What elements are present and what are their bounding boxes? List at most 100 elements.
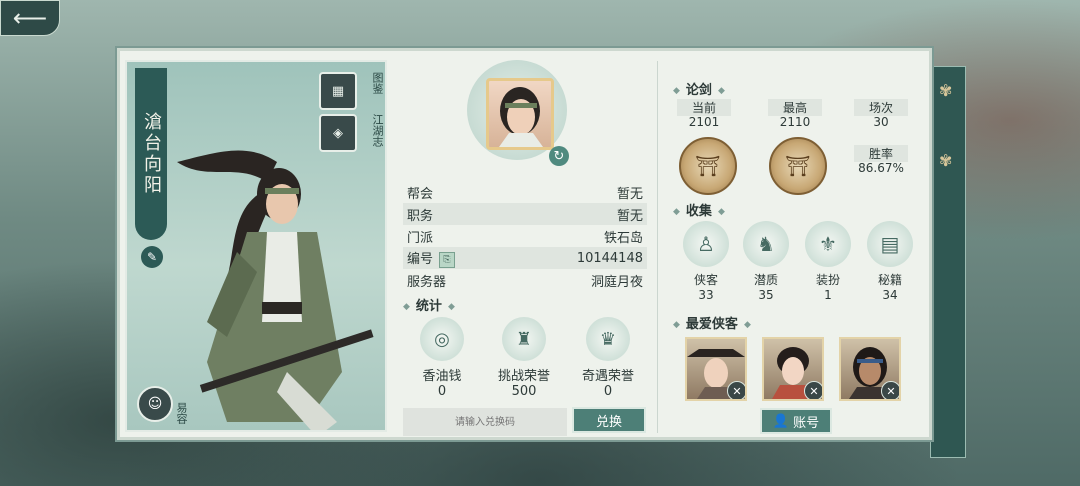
pencil-icon: ✎ (146, 250, 158, 264)
guild-label: 帮会 (407, 186, 434, 202)
current-value: 2101 (688, 115, 720, 129)
position-label: 职务 (407, 208, 434, 224)
server-value: 洞庭月夜 (590, 274, 643, 290)
swap-avatar-button[interactable]: ↻ (549, 146, 569, 166)
sect-value: 铁石岛 (603, 230, 643, 246)
collect-heroes[interactable]: ♙ 侠客 33 (678, 221, 734, 302)
stat-label: 挑战荣誉 (497, 369, 550, 384)
favorites-title: 最爱侠客 (673, 313, 751, 332)
cards-icon: ▦ (331, 83, 345, 99)
favorite-hero-3[interactable]: ✕ (839, 337, 901, 401)
stat-encounter-honor[interactable]: ♛ 奇遇荣誉 0 (573, 317, 643, 399)
character-name: 滄台向阳 (135, 68, 167, 240)
stat-value: 500 (511, 384, 537, 399)
id-row: 编号 ⎘ 10144148 (403, 247, 647, 269)
favorite-hero-1[interactable]: ✕ (685, 337, 747, 401)
journal-label: 江湖志 (371, 114, 384, 147)
remove-favorite-button[interactable]: ✕ (727, 381, 745, 399)
stat-value: 0 (437, 384, 447, 399)
collection-title: 收集 (673, 200, 725, 219)
collect-label: 侠客 (693, 273, 718, 287)
redeem-code-input[interactable] (403, 408, 567, 436)
pavilion-icon: ⛩ (695, 154, 721, 178)
character-card: 滄台向阳 ✎ ▦ 图鉴 ◈ 江湖志 ☺ 易容 (125, 60, 387, 432)
divider (657, 61, 658, 433)
copy-icon[interactable]: ⎘ (439, 251, 456, 268)
appearance-button[interactable]: ☺ (137, 386, 173, 422)
server-row: 服务器 洞庭月夜 (403, 269, 647, 291)
account-label: 账号 (793, 415, 820, 431)
edit-name-button[interactable]: ✎ (141, 246, 163, 268)
position-row: 职务 暂无 (403, 203, 647, 225)
book-icon: ◈ (333, 125, 343, 141)
redeem-button[interactable]: 兑换 (572, 407, 646, 433)
atlas-button[interactable]: ▦ (319, 72, 357, 110)
profile-panel: 滄台向阳 ✎ ▦ 图鉴 ◈ 江湖志 ☺ 易容 ↻ 帮会 暂无 职务 暂无 门派 … (117, 48, 932, 440)
collect-label: 潜质 (753, 273, 778, 287)
avatar-portrait (499, 87, 543, 147)
stat-value: 0 (603, 384, 613, 399)
scroll-icon: ▤ (867, 221, 913, 267)
knot-icon: ✾ (939, 151, 953, 170)
close-icon: ✕ (809, 384, 819, 398)
avatar[interactable] (486, 78, 554, 150)
current-label: 当前 (677, 99, 731, 116)
pavilion-icon: ⛩ (785, 154, 811, 178)
remove-favorite-button[interactable]: ✕ (804, 381, 822, 399)
server-label: 服务器 (407, 274, 447, 290)
hero-icon: ♙ (683, 221, 729, 267)
trophy-icon: ♜ (502, 317, 546, 361)
collect-manuals[interactable]: ▤ 秘籍 34 (862, 221, 918, 302)
remove-favorite-button[interactable]: ✕ (881, 381, 899, 399)
guild-value: 暂无 (616, 186, 643, 202)
dragon-icon: ♞ (743, 221, 789, 267)
collect-value: 33 (698, 288, 714, 302)
sect-row: 门派 铁石岛 (403, 225, 647, 247)
collect-value: 1 (824, 288, 832, 302)
atlas-label: 图鉴 (371, 72, 384, 94)
close-icon: ✕ (886, 384, 896, 398)
avatar-frame: ↻ (467, 60, 569, 166)
arrow-left-icon: ⟵ (12, 4, 48, 32)
back-button[interactable]: ⟵ (0, 0, 60, 36)
medal-icon: ♛ (586, 317, 630, 361)
coin-icon: ◎ (420, 317, 464, 361)
account-button[interactable]: 👤 账号 (760, 408, 832, 434)
collect-value: 34 (882, 288, 898, 302)
collect-outfits[interactable]: ⚜ 装扮 1 (800, 221, 856, 302)
side-decoration: ✾ ✾ (930, 66, 966, 458)
favorite-hero-2[interactable]: ✕ (762, 337, 824, 401)
duel-title: 论剑 (673, 79, 725, 98)
winrate-value: 86.67% (858, 161, 904, 175)
best-rank-badge[interactable]: ⛩ (769, 137, 827, 195)
guild-row: 帮会 暂无 (403, 181, 647, 203)
stat-challenge-honor[interactable]: ♜ 挑战荣誉 500 (489, 317, 559, 399)
best-label: 最高 (768, 99, 822, 116)
collect-potential[interactable]: ♞ 潜质 35 (738, 221, 794, 302)
position-value: 暂无 (616, 208, 643, 224)
robe-icon: ⚜ (805, 221, 851, 267)
collect-value: 35 (758, 288, 774, 302)
collect-label: 装扮 (815, 273, 840, 287)
best-value: 2110 (779, 115, 811, 129)
user-icon: 👤 (772, 413, 790, 429)
collect-label: 秘籍 (877, 273, 902, 287)
id-value: 10144148 (576, 250, 643, 266)
stat-label: 香油钱 (422, 369, 462, 384)
winrate-label: 胜率 (854, 145, 908, 162)
matches-label: 场次 (854, 99, 908, 116)
mask-icon: ☺ (147, 396, 163, 412)
appearance-label: 易容 (175, 402, 188, 424)
knot-icon: ✾ (939, 81, 953, 100)
character-portrait (177, 150, 374, 430)
stat-incense[interactable]: ◎ 香油钱 0 (407, 317, 477, 399)
sect-label: 门派 (407, 230, 434, 246)
journal-button[interactable]: ◈ (319, 114, 357, 152)
current-rank-badge[interactable]: ⛩ (679, 137, 737, 195)
stats-title: 统计 (403, 295, 455, 314)
matches-value: 30 (873, 115, 889, 129)
profile-info: 帮会 暂无 职务 暂无 门派 铁石岛 编号 ⎘ 10144148 服务器 洞庭月夜 (403, 181, 647, 291)
id-label: 编号 (407, 252, 434, 268)
refresh-icon: ↻ (553, 148, 565, 164)
stat-label: 奇遇荣誉 (581, 369, 634, 384)
